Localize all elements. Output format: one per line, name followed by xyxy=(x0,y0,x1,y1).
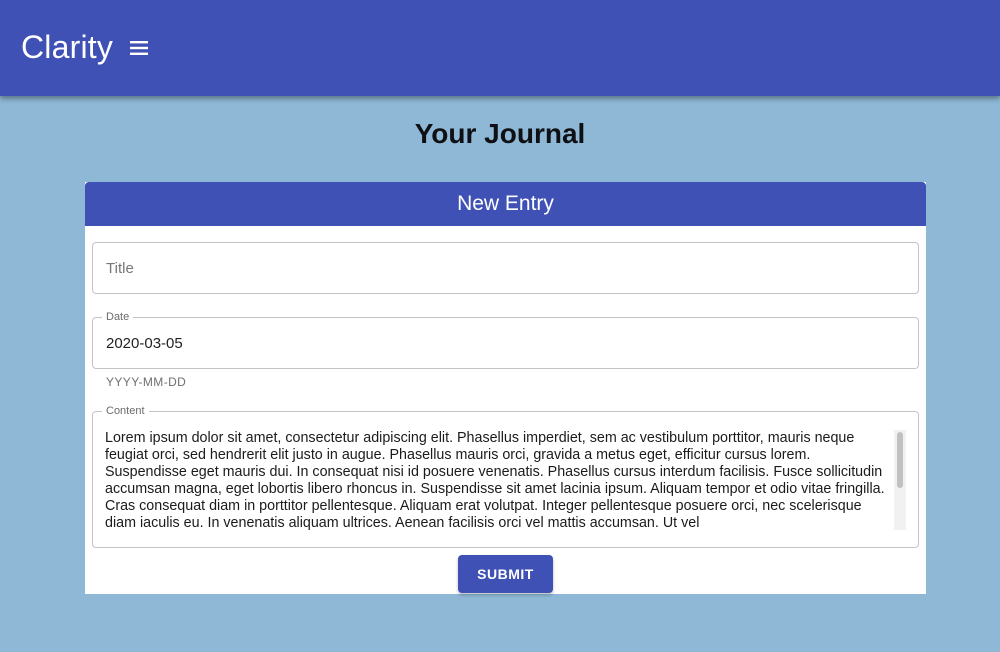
date-field[interactable]: Date xyxy=(92,310,919,369)
app-bar: Clarity xyxy=(0,0,1000,96)
date-helper-text: YYYY-MM-DD xyxy=(106,375,187,389)
title-input[interactable] xyxy=(106,243,896,293)
date-input[interactable] xyxy=(106,318,896,368)
menu-button[interactable] xyxy=(124,34,154,62)
content-textarea[interactable]: Lorem ipsum dolor sit amet, consectetur … xyxy=(105,430,895,530)
content-label: Content xyxy=(102,404,149,418)
scrollbar-thumb[interactable] xyxy=(897,432,903,488)
content-scrollbar[interactable] xyxy=(894,430,906,530)
card-header: New Entry xyxy=(85,182,926,226)
menu-icon xyxy=(130,41,148,55)
submit-button[interactable]: SUBMIT xyxy=(458,555,553,593)
title-field[interactable] xyxy=(92,242,919,294)
content-field[interactable]: Content Lorem ipsum dolor sit amet, cons… xyxy=(92,404,919,548)
app-title[interactable]: Clarity xyxy=(21,27,113,67)
new-entry-card: New Entry Date YYYY-MM-DD Content Lorem … xyxy=(85,182,926,594)
page-title: Your Journal xyxy=(414,118,586,149)
